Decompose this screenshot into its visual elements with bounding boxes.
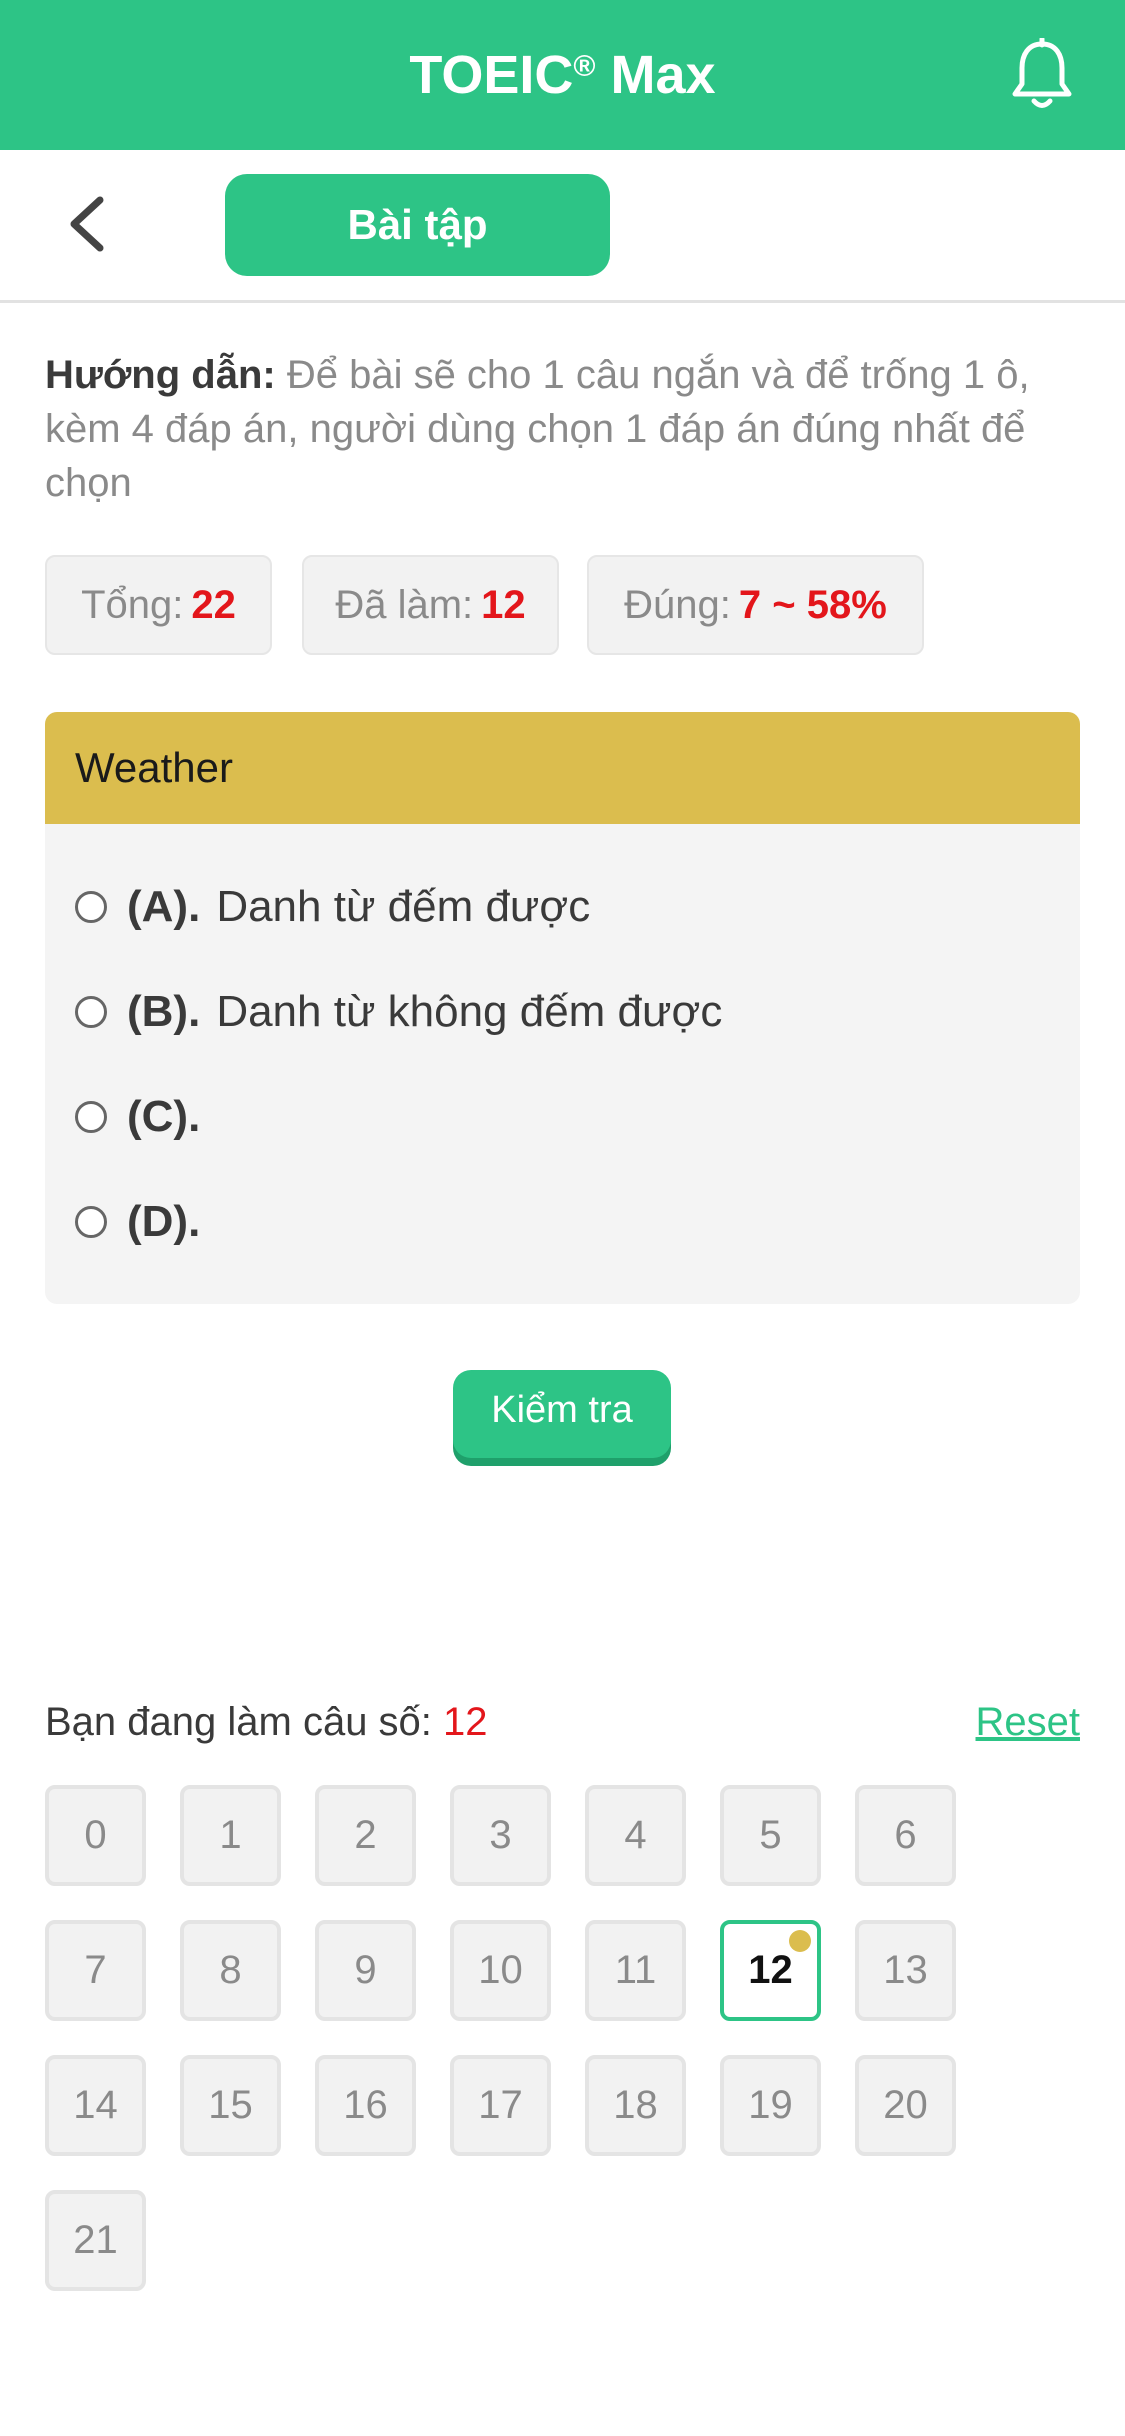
- app-title: TOEIC® Max: [409, 45, 716, 105]
- question-number-button[interactable]: 14: [45, 2055, 146, 2156]
- option-a[interactable]: (A). Danh từ đếm được: [75, 867, 590, 947]
- question-number-grid: 0 1 2 3 4 5 6 7 8 9 10 11 12 13 14 15 16 17 18 19 20 21: [45, 1785, 1080, 2295]
- chevron-left-icon[interactable]: [62, 196, 112, 252]
- option-b[interactable]: (B). Danh từ không đếm được: [75, 972, 722, 1052]
- radio-button[interactable]: [75, 996, 107, 1028]
- question-number-button[interactable]: 3: [450, 1785, 551, 1886]
- radio-button[interactable]: [75, 1206, 107, 1238]
- question-number-button[interactable]: 15: [180, 2055, 281, 2156]
- radio-button[interactable]: [75, 891, 107, 923]
- question-number-button[interactable]: 18: [585, 2055, 686, 2156]
- current-question-indicator: Bạn đang làm câu số: 12: [45, 1700, 488, 1744]
- question-number-button[interactable]: 7: [45, 1920, 146, 2021]
- question-number-button[interactable]: 11: [585, 1920, 686, 2021]
- question-number-button[interactable]: 9: [315, 1920, 416, 2021]
- reset-link[interactable]: Reset: [976, 1700, 1081, 1745]
- question-number-button[interactable]: 16: [315, 2055, 416, 2156]
- radio-button[interactable]: [75, 1101, 107, 1133]
- stat-done: Đã làm: 12: [302, 555, 559, 655]
- instructions: Hướng dẫn: Để bài sẽ cho 1 câu ngắn và đ…: [45, 353, 1030, 505]
- tab-exercises[interactable]: Bài tập: [225, 174, 610, 276]
- question-number-button[interactable]: 8: [180, 1920, 281, 2021]
- question-number-button[interactable]: 5: [720, 1785, 821, 1886]
- question-title: Weather: [45, 712, 1080, 824]
- question-number-button[interactable]: 12: [720, 1920, 821, 2021]
- bell-icon[interactable]: [1010, 38, 1074, 112]
- question-number-button[interactable]: 6: [855, 1785, 956, 1886]
- option-c[interactable]: (C).: [75, 1077, 216, 1157]
- check-button[interactable]: Kiểm tra: [453, 1370, 671, 1458]
- app-bar: TOEIC® Max: [0, 0, 1125, 150]
- question-number-button[interactable]: 10: [450, 1920, 551, 2021]
- question-card: Weather (A). Danh từ đếm được (B). Danh …: [45, 712, 1080, 1304]
- stat-correct: Đúng: 7 ~ 58%: [587, 555, 924, 655]
- question-number-button[interactable]: 17: [450, 2055, 551, 2156]
- question-number-button[interactable]: 20: [855, 2055, 956, 2156]
- question-number-button[interactable]: 21: [45, 2190, 146, 2291]
- question-number-button[interactable]: 4: [585, 1785, 686, 1886]
- stat-total: Tổng: 22: [45, 555, 272, 655]
- question-number-button[interactable]: 1: [180, 1785, 281, 1886]
- question-number-button[interactable]: 2: [315, 1785, 416, 1886]
- question-number-button[interactable]: 19: [720, 2055, 821, 2156]
- option-d[interactable]: (D).: [75, 1182, 216, 1262]
- question-number-button[interactable]: 13: [855, 1920, 956, 2021]
- current-marker-dot: [789, 1930, 811, 1952]
- question-number-button[interactable]: 0: [45, 1785, 146, 1886]
